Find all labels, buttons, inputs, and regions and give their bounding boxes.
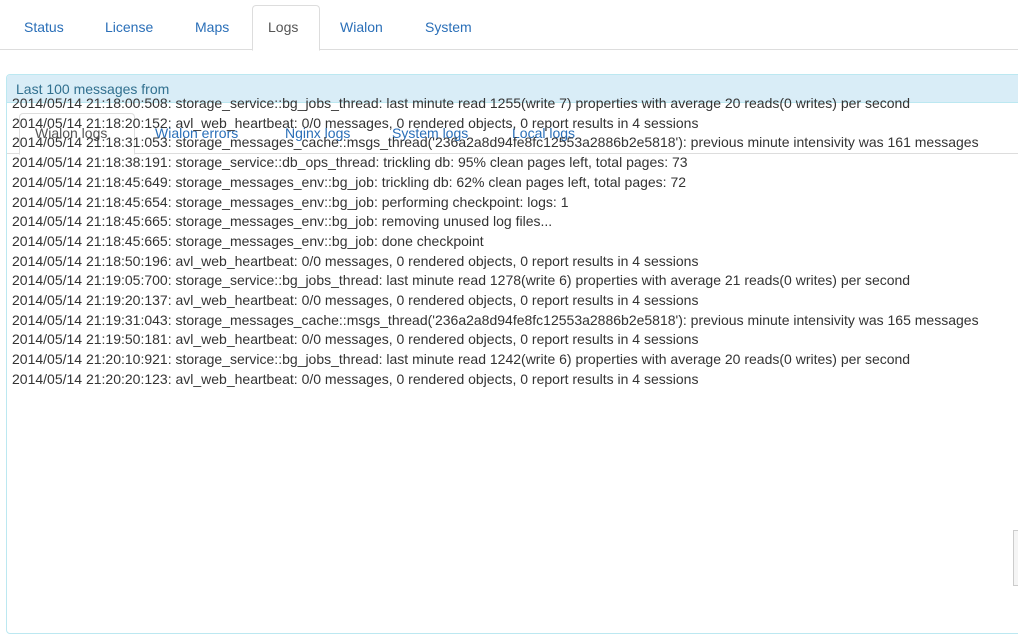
log-line: 2014/05/14 21:19:31:043: storage_message… — [12, 311, 979, 328]
log-line: 2014/05/14 21:20:10:921: storage_service… — [12, 351, 911, 368]
log-line: 2014/05/14 21:18:00:508: storage_service… — [12, 95, 911, 111]
top-navigation-tabs: Status License Maps Logs Wialon System — [0, 0, 1018, 51]
log-line: 2014/05/14 21:18:38:191: storage_service… — [12, 154, 688, 171]
tab-system[interactable]: System — [410, 5, 487, 50]
log-line: 2014/05/14 21:18:50:196: avl_web_heartbe… — [12, 252, 699, 269]
log-line: 2014/05/14 21:18:31:053: storage_message… — [12, 134, 979, 151]
tab-status[interactable]: Status — [9, 5, 79, 50]
log-output: 2014/05/14 21:18:00:508: storage_service… — [12, 94, 1002, 390]
tab-license[interactable]: License — [90, 5, 168, 50]
tab-wialon[interactable]: Wialon — [325, 5, 398, 50]
log-line: 2014/05/14 21:18:45:665: storage_message… — [12, 213, 553, 230]
log-line: 2014/05/14 21:19:50:181: avl_web_heartbe… — [12, 331, 699, 348]
log-line: 2014/05/14 21:18:45:654: storage_message… — [12, 193, 569, 210]
log-line: 2014/05/14 21:20:20:123: avl_web_heartbe… — [12, 370, 699, 387]
log-line: 2014/05/14 21:18:45:649: storage_message… — [12, 173, 687, 190]
log-line: 2014/05/14 21:19:05:700: storage_service… — [12, 272, 911, 289]
log-line: 2014/05/14 21:18:45:665: storage_message… — [12, 232, 484, 249]
tab-maps[interactable]: Maps — [180, 5, 244, 50]
scrollbar[interactable] — [1013, 530, 1018, 586]
log-line: 2014/05/14 21:18:20:152: avl_web_heartbe… — [12, 114, 699, 131]
tab-logs[interactable]: Logs — [252, 5, 320, 51]
log-line: 2014/05/14 21:19:20:137: avl_web_heartbe… — [12, 292, 699, 309]
